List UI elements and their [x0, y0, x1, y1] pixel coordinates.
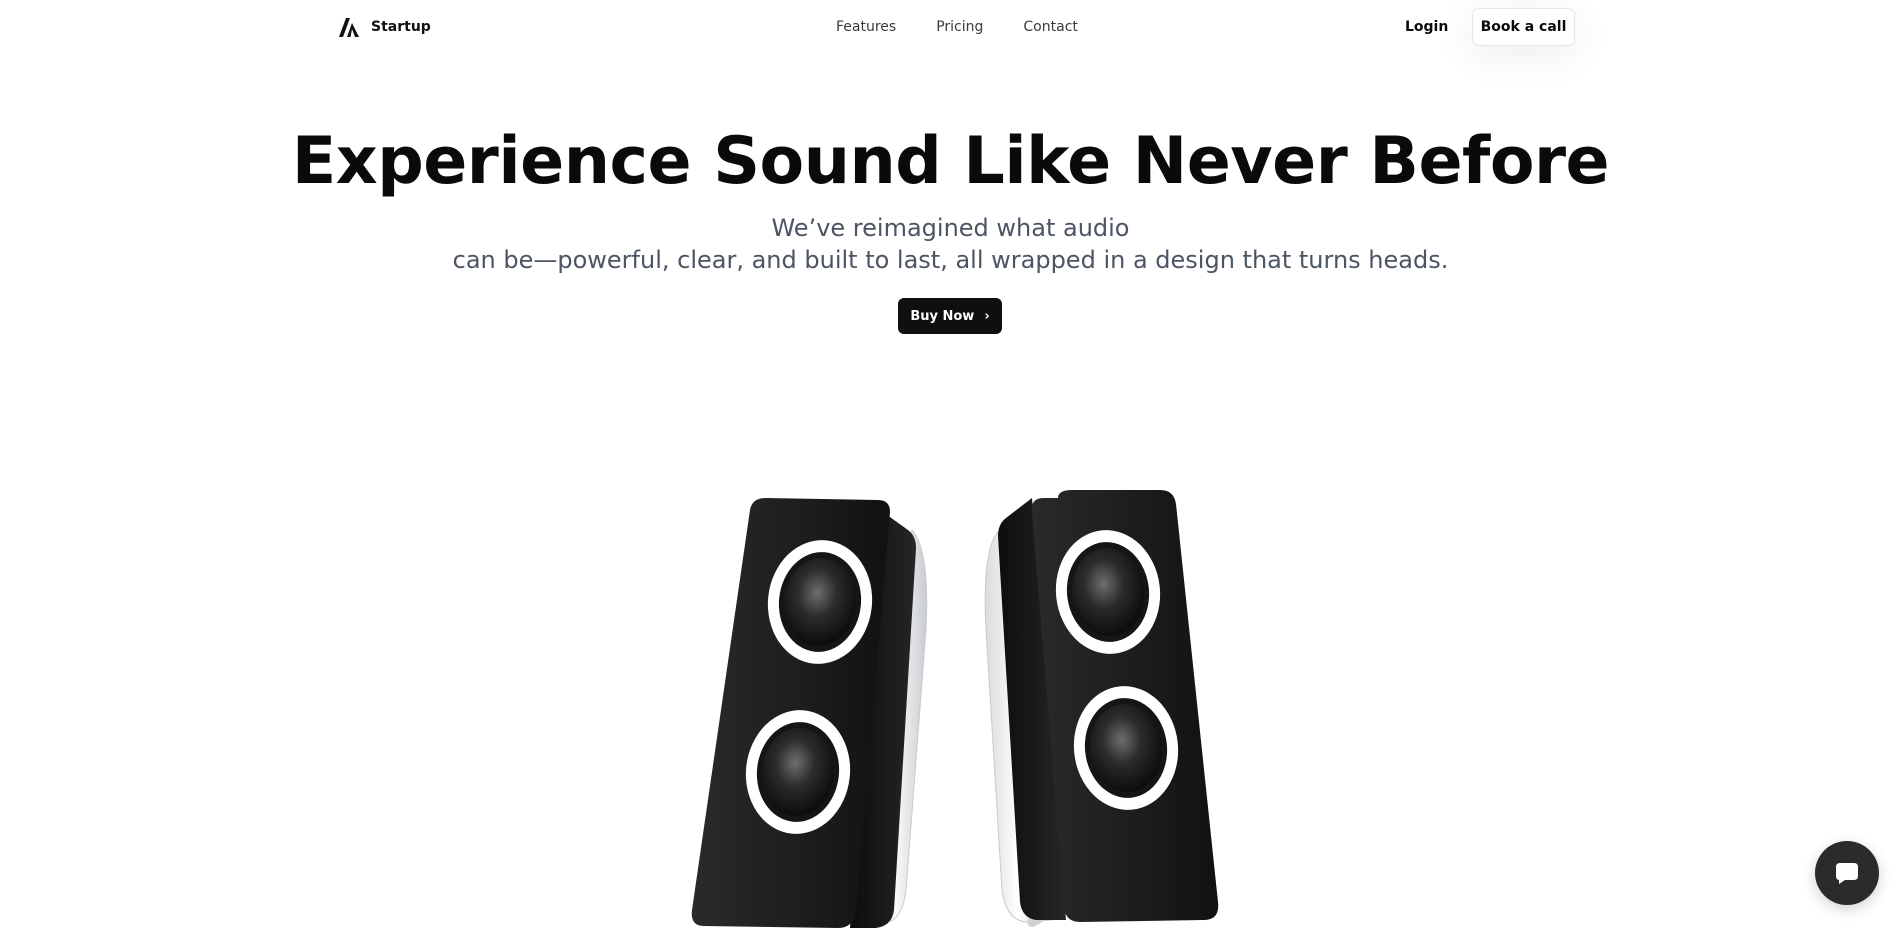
- speakers-product-image: [691, 490, 1219, 928]
- site-header: Startup Features Pricing Contact Login B…: [0, 0, 1901, 54]
- nav-link-contact[interactable]: Contact: [1023, 16, 1077, 38]
- login-link[interactable]: Login: [1405, 16, 1448, 38]
- book-a-call-button[interactable]: Book a call: [1472, 8, 1575, 46]
- chat-button[interactable]: [1815, 841, 1879, 905]
- primary-nav: Features Pricing Contact: [836, 16, 1118, 38]
- right-speaker: [984, 490, 1219, 927]
- nav-link-pricing[interactable]: Pricing: [936, 16, 983, 38]
- nav-link-features[interactable]: Features: [836, 16, 896, 38]
- startup-logo-icon: [339, 18, 359, 37]
- hero-subtitle: We’ve reimagined what audio can be—power…: [0, 212, 1901, 276]
- hero-title: Experience Sound Like Never Before: [291, 124, 1610, 199]
- hero-subtitle-line-2: can be—powerful, clear, and built to las…: [452, 246, 1449, 274]
- left-speaker: [691, 498, 928, 928]
- buy-now-button[interactable]: Buy Now ›: [898, 298, 1002, 334]
- brand-name: Startup: [371, 19, 431, 35]
- chevron-right-icon: ›: [984, 308, 990, 324]
- buy-now-label: Buy Now: [910, 308, 975, 324]
- chat-bubble-icon: [1836, 863, 1858, 884]
- hero-subtitle-line-1: We’ve reimagined what audio: [771, 214, 1130, 242]
- brand-link[interactable]: Startup: [338, 16, 431, 38]
